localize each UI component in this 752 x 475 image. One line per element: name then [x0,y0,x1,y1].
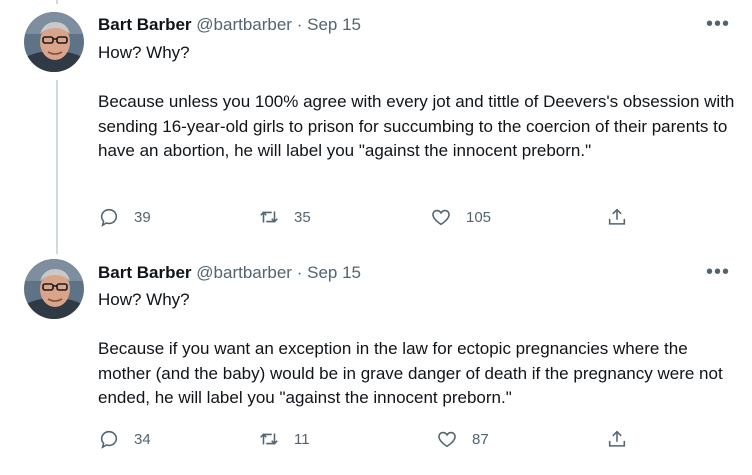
retweet-icon [258,428,294,450]
author-handle[interactable]: @bartbarber [196,15,292,34]
tweet-actions: 39 35 105 [98,206,638,230]
retweet-button[interactable]: 35 [258,206,311,228]
tweet-text: How? Why? Because unless you 100% agree … [98,43,735,160]
retweet-count: 11 [294,430,310,448]
avatar[interactable] [24,12,84,72]
more-options-icon[interactable]: ••• [706,262,730,282]
tweet[interactable]: Bart Barber @bartbarber · Sep 15 ••• How… [0,248,752,475]
author-name[interactable]: Bart Barber [98,15,192,34]
reply-count: 34 [134,430,151,448]
share-button[interactable] [606,206,642,228]
share-button[interactable] [606,428,642,450]
like-button[interactable]: 105 [430,206,491,228]
retweet-count: 35 [294,208,311,226]
reply-button[interactable]: 34 [98,428,151,450]
tweet-header: Bart Barber @bartbarber · Sep 15 [98,14,361,36]
like-count: 105 [466,208,492,226]
tweet[interactable]: Bart Barber @bartbarber · Sep 15 ••• How… [0,0,752,250]
reply-count: 39 [134,208,151,226]
tweet-date[interactable]: Sep 15 [307,15,361,34]
share-icon [606,206,642,228]
tweet-actions: 34 11 87 [98,428,638,452]
author-name[interactable]: Bart Barber [98,263,192,282]
separator: · [296,263,303,282]
heart-icon [436,428,472,450]
reply-icon [98,428,134,450]
heart-icon [430,206,466,228]
tweet-text: How? Why? Because if you want an excepti… [98,290,723,407]
author-handle[interactable]: @bartbarber [196,263,292,282]
separator: · [296,15,303,34]
like-count: 87 [472,430,489,448]
more-options-icon[interactable]: ••• [706,14,730,34]
share-icon [606,428,642,450]
reply-button[interactable]: 39 [98,206,151,228]
reply-icon [98,206,134,228]
retweet-button[interactable]: 11 [258,428,310,450]
like-button[interactable]: 87 [436,428,489,450]
retweet-icon [258,206,294,228]
tweet-date[interactable]: Sep 15 [307,263,361,282]
avatar[interactable] [24,259,84,319]
tweet-header: Bart Barber @bartbarber · Sep 15 [98,262,361,284]
